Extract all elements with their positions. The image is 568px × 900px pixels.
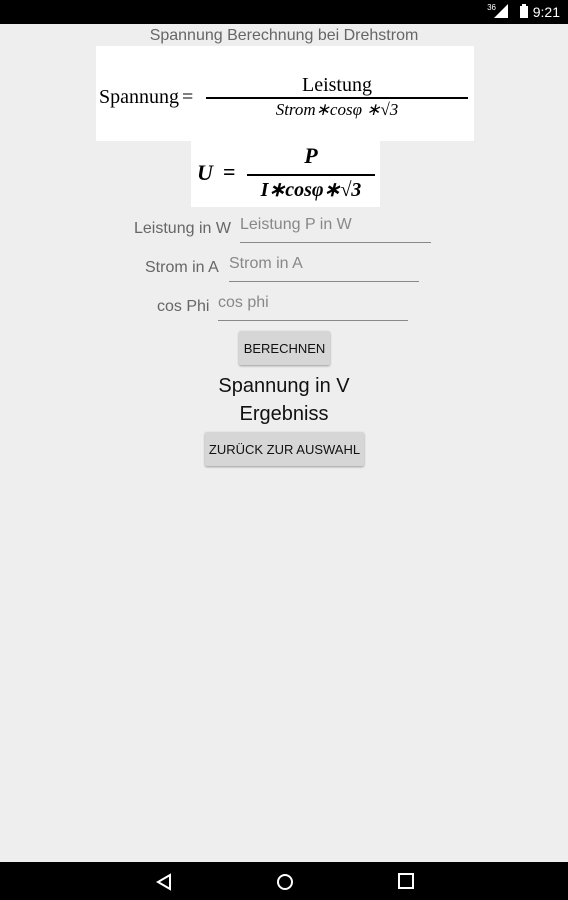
formula-lhs: U	[197, 160, 213, 185]
fraction-bar	[206, 97, 468, 99]
formula-numerator: P	[304, 143, 318, 168]
back-to-selection-button[interactable]: ZURÜCK ZUR AUSWAHL	[205, 432, 364, 466]
status-bar: 36 9:21	[0, 0, 568, 24]
signal-icon	[494, 4, 508, 18]
formula-denominator: I∗cosφ∗√3	[260, 179, 362, 201]
power-input[interactable]	[240, 212, 431, 243]
cosphi-label: cos Phi	[157, 298, 210, 315]
navigation-bar	[0, 862, 568, 900]
back-icon[interactable]	[155, 873, 173, 891]
formula-equals: =	[182, 86, 194, 108]
power-label: Leistung in W	[134, 220, 231, 237]
result-value: Ergebniss	[239, 403, 329, 425]
home-icon[interactable]	[276, 873, 294, 891]
current-label: Strom in A	[145, 259, 219, 276]
formula-equals: =	[223, 159, 236, 184]
recents-icon[interactable]	[398, 873, 414, 889]
clock: 9:21	[532, 4, 560, 20]
formula-denominator: Strom∗cosφ ∗√3	[275, 100, 399, 119]
formula-numerator: Leistung	[302, 74, 372, 96]
current-input[interactable]	[229, 251, 419, 282]
formula-lhs: Spannung	[99, 86, 179, 108]
battery-icon	[520, 4, 528, 18]
cosphi-input[interactable]	[218, 290, 408, 321]
formula-symbols-image: U = P I∗cosφ∗√3	[191, 141, 380, 207]
result-label: Spannung in V	[218, 375, 350, 397]
calculate-button[interactable]: BERECHNEN	[239, 331, 330, 365]
page-title: Spannung Berechnung bei Drehstrom	[149, 27, 419, 44]
formula-words-image: Spannung = Leistung Strom∗cosφ ∗√3	[96, 46, 474, 141]
fraction-bar	[247, 174, 375, 176]
